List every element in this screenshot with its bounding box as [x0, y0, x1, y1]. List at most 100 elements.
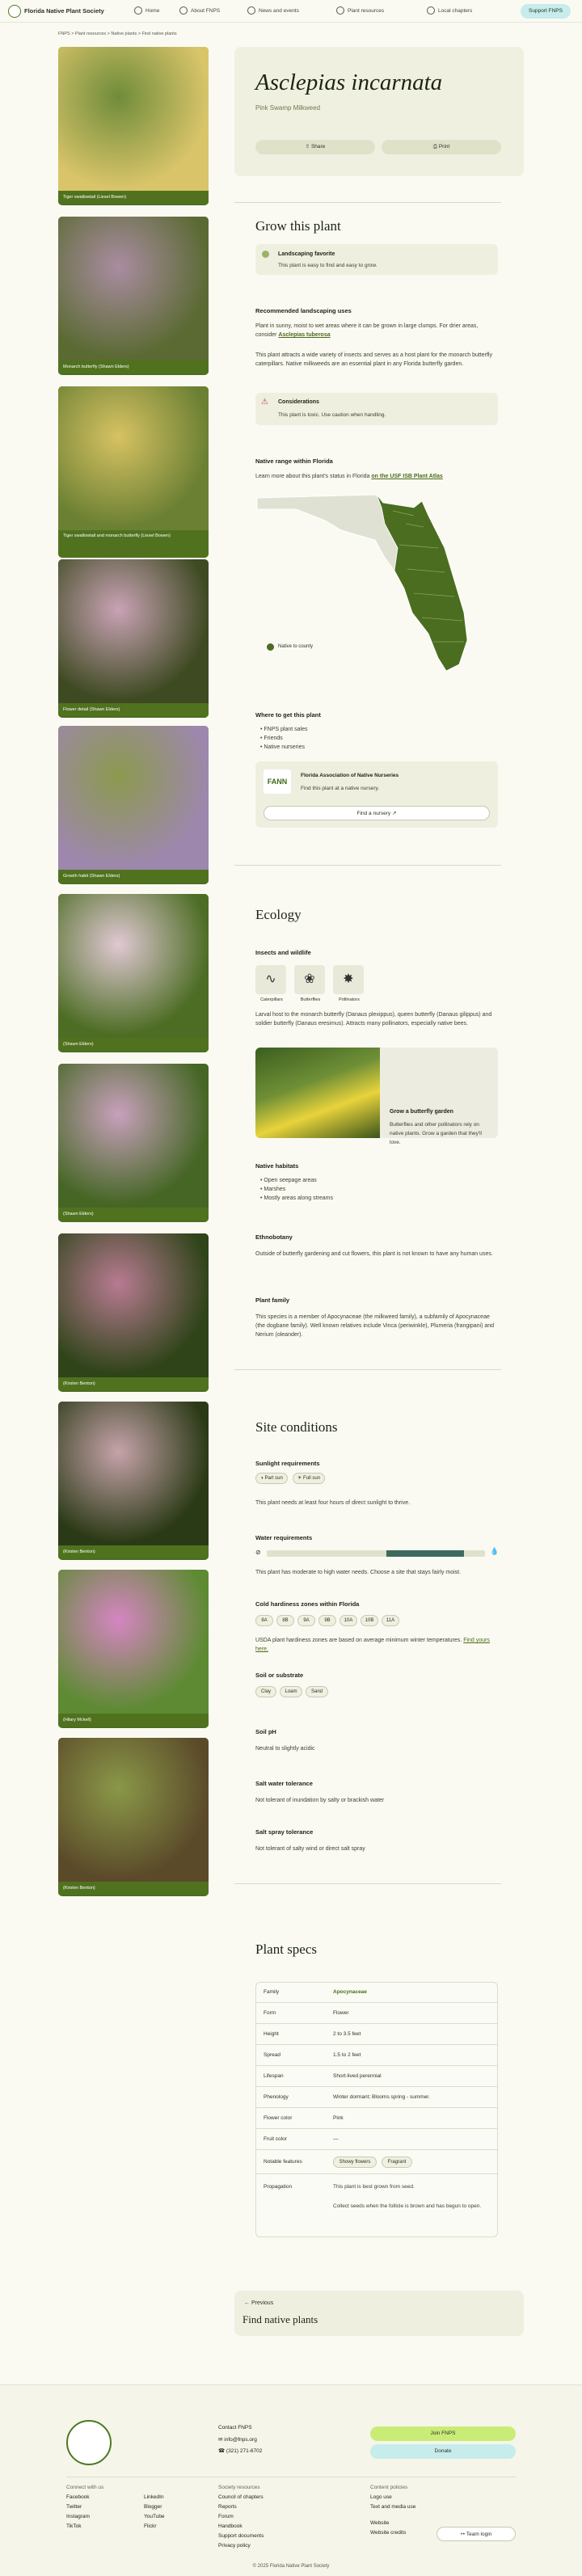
previous-title: Find native plants	[242, 2313, 318, 2325]
plant-atlas-link[interactable]: on the USF ISB Plant Atlas	[371, 474, 442, 479]
spec-row: Lifespan Short-lived perennial	[255, 2066, 498, 2087]
icon-label-caterpillars: Caterpillars	[260, 997, 283, 1002]
uses-title: Recommended landscaping uses	[255, 307, 352, 314]
butterfly-garden-image	[255, 1048, 380, 1138]
photo-caption: (Kirsten Benton)	[58, 1377, 209, 1390]
footer-link[interactable]: TikTok	[66, 2523, 82, 2529]
site-title[interactable]: Florida Native Plant Society	[24, 7, 104, 15]
footer-email[interactable]: ✉ info@fnps.org	[218, 2436, 257, 2443]
photo-card[interactable]: (Shawn Elders)	[58, 1064, 209, 1222]
footer-phone[interactable]: ☎ (321) 271-6702	[218, 2447, 262, 2454]
photo-card[interactable]: (Kirsten Benton)	[58, 1738, 209, 1896]
breadcrumb[interactable]: FNPS > Plant resources > Native plants >…	[58, 32, 177, 36]
nav-about[interactable]: About FNPS	[191, 8, 220, 14]
considerations-text: This plant is toxic. Use caution when ha…	[278, 412, 386, 418]
footer-link[interactable]: Logo use	[370, 2494, 392, 2500]
share-button[interactable]: ⇧ Share	[255, 140, 375, 154]
photo-card[interactable]: (Shawn Elders)	[58, 894, 209, 1052]
divider	[234, 1883, 501, 1884]
title-card	[234, 47, 524, 176]
footer-link[interactable]: Twitter	[66, 2504, 82, 2510]
photo-card[interactable]: (Kirsten Benton)	[58, 1233, 209, 1392]
salt-text: Not tolerant of inundation by salty or b…	[255, 1798, 385, 1803]
plant-photo[interactable]	[58, 1738, 209, 1882]
plant-photo[interactable]	[58, 386, 209, 530]
photo-card[interactable]: Growth habit (Shawn Elders)	[58, 726, 209, 884]
nav-news[interactable]: News and events	[259, 8, 299, 14]
plant-icon	[336, 6, 344, 15]
find-nursery-button[interactable]: Find a nursery ↗	[264, 806, 490, 820]
photo-caption: Tiger swallowtail (Liesel Bowen)	[58, 191, 209, 204]
print-button[interactable]: ⎙ Print	[382, 140, 501, 154]
footer-link[interactable]: Forum	[218, 2514, 234, 2519]
footer-link[interactable]: Flickr	[144, 2523, 157, 2529]
join-button[interactable]: Join FNPS	[370, 2426, 516, 2441]
footer-link[interactable]: LinkedIn	[144, 2494, 164, 2500]
footer-contact-title: Contact FNPS	[218, 2425, 252, 2431]
photo-card[interactable]: Monarch butterfly (Shawn Elders)	[58, 217, 209, 375]
spec-key: Form	[264, 2010, 276, 2016]
fnps-logo-icon[interactable]	[8, 5, 21, 18]
photo-card[interactable]: (Hilary Mckell)	[58, 1570, 209, 1728]
zone-pill: 8B	[276, 1615, 294, 1626]
footer-link[interactable]: Reports	[218, 2504, 237, 2510]
water-title: Water requirements	[255, 1534, 313, 1541]
photo-caption: Growth habit (Shawn Elders)	[58, 870, 209, 883]
photo-caption: (Shawn Elders)	[58, 1038, 209, 1051]
plant-photo[interactable]	[58, 1064, 209, 1208]
footer-website-credits[interactable]: Website credits	[370, 2530, 406, 2536]
photo-card[interactable]: Flower detail (Shawn Elders)	[58, 559, 209, 718]
nav-plants[interactable]: Plant resources	[348, 8, 384, 14]
footer-link[interactable]: YouTube	[144, 2514, 165, 2519]
spec-key: Height	[264, 2031, 279, 2037]
footer-col-title: Content policies	[370, 2485, 408, 2490]
spec-value: Apocynaceae	[333, 1989, 367, 1995]
plant-photo[interactable]	[58, 1402, 209, 1545]
support-button[interactable]: Support FNPS	[521, 4, 571, 19]
plant-photo[interactable]	[58, 1570, 209, 1714]
butterfly-icon: ❀	[294, 965, 325, 994]
footer-link[interactable]: Support documents	[218, 2533, 264, 2539]
plant-photo[interactable]	[58, 217, 209, 360]
plant-photo[interactable]	[58, 1233, 209, 1377]
icon-label-butterflies: Butterflies	[300, 997, 321, 1002]
notable-pill-showy: Showy flowers	[333, 2157, 377, 2168]
footer-link[interactable]: Council of chapters	[218, 2494, 264, 2500]
footer-link[interactable]: Instagram	[66, 2514, 90, 2519]
no-water-icon: ⊘	[255, 1549, 261, 1556]
photo-card[interactable]: Tiger swallowtail and monarch butterfly …	[58, 386, 209, 558]
propagation-text-2: Collect seeds when the follicle is brown…	[333, 2203, 482, 2209]
sun-pill-part: ◑ Part sun	[255, 1473, 288, 1484]
footer-website-title: Website	[370, 2520, 390, 2526]
nav-chapters[interactable]: Local chapters	[438, 8, 472, 14]
icon-label-pollinators: Pollinators	[339, 997, 360, 1002]
plant-photo[interactable]	[58, 47, 209, 191]
plant-photo[interactable]	[58, 894, 209, 1038]
footer-link[interactable]: Handbook	[218, 2523, 242, 2529]
zones-title: Cold hardiness zones within Florida	[255, 1600, 360, 1608]
habitat-2: • Marshes	[260, 1187, 286, 1192]
ph-title: Soil pH	[255, 1728, 276, 1735]
team-login-button[interactable]: ↦ Team login	[436, 2527, 516, 2541]
photo-card[interactable]: Tiger swallowtail (Liesel Bowen)	[58, 47, 209, 205]
spec-key: Spread	[264, 2052, 280, 2058]
soil-pill-clay: Clay	[255, 1686, 276, 1697]
notable-pill-fragrant: Fragrant	[382, 2157, 412, 2168]
spec-key: Flower color	[264, 2115, 293, 2121]
range-title: Native range within Florida	[255, 457, 333, 465]
family-text: This species is a member of Apocynaceae …	[255, 1314, 495, 1338]
external-link-icon: ↗	[391, 811, 397, 816]
footer-link[interactable]: Blogger	[144, 2504, 162, 2510]
footer-link[interactable]: Privacy policy	[218, 2543, 251, 2549]
plant-photo[interactable]	[58, 559, 209, 703]
footer-link[interactable]: Facebook	[66, 2494, 90, 2500]
photo-caption: (Shawn Elders)	[58, 1208, 209, 1221]
nav-home[interactable]: Home	[146, 8, 159, 14]
previous-label: ← Previous	[244, 2300, 274, 2306]
donate-button[interactable]: Donate	[370, 2444, 516, 2459]
photo-card[interactable]: (Kirsten Benton)	[58, 1402, 209, 1560]
plant-photo[interactable]	[58, 726, 209, 870]
fann-title: Florida Association of Native Nurseries	[301, 773, 399, 778]
footer-link[interactable]: Text and media use	[370, 2504, 415, 2510]
uses-link[interactable]: Asclepias tuberosa	[278, 332, 330, 338]
